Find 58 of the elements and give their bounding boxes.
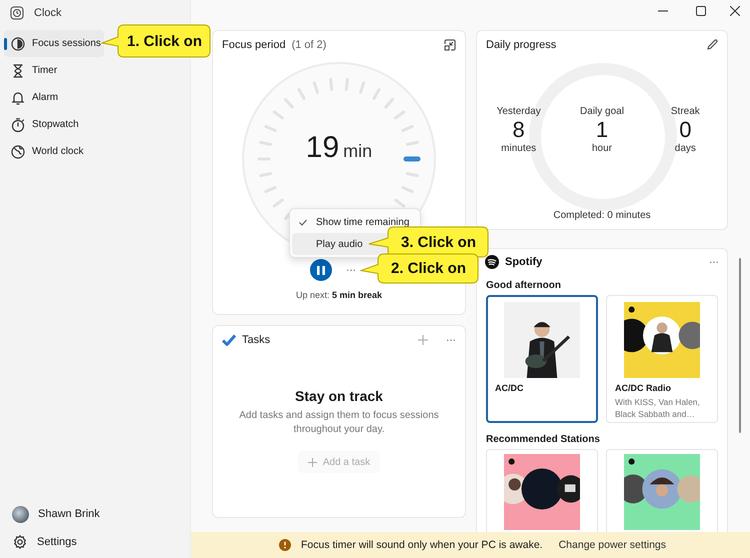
card-title: Spotify (505, 256, 542, 268)
section-heading: Good afternoon (486, 278, 562, 292)
empty-heading: Stay on track (295, 388, 383, 404)
stat-label: Daily goal (579, 106, 625, 117)
stat-label: Streak (670, 106, 701, 117)
nav-item[interactable]: Focus sessions (4, 30, 104, 57)
card-title: Focus period (222, 39, 286, 51)
pause-icon (317, 266, 325, 274)
app-title: Clock (34, 7, 62, 19)
stat-unit: days (674, 143, 697, 154)
card-title: Daily progress (486, 39, 556, 51)
time-value: 19 (306, 131, 340, 165)
add-icon (418, 335, 428, 345)
stat-unit: minutes (500, 143, 538, 154)
nav-item[interactable]: Alarm (4, 84, 62, 111)
nav-item[interactable]: Stopwatch (4, 111, 82, 138)
media-tile[interactable] (486, 449, 598, 532)
time-unit: min (343, 141, 372, 162)
focus-icon (10, 36, 26, 52)
stat-value: 8 (512, 117, 526, 143)
up-next-text: Up next: 5 min break (294, 290, 384, 300)
notice-text: Focus timer will sound only when your PC is awake. (300, 539, 543, 551)
completed-text: Completed: 0 minutes (552, 210, 652, 221)
plus-icon (308, 458, 317, 466)
section-heading: Recommended Stations (486, 432, 601, 446)
spotify-logo-icon (485, 255, 499, 269)
stat-value: 1 (594, 117, 610, 143)
more-button[interactable]: ··· (709, 256, 719, 268)
avatar-icon (12, 506, 29, 522)
nav-item[interactable]: Timer (4, 57, 60, 84)
bell-icon (10, 90, 26, 106)
stopwatch-icon (10, 116, 26, 132)
card-title: Tasks (242, 334, 270, 346)
edit-icon (706, 39, 718, 51)
clock-app-icon (10, 6, 24, 20)
media-tile[interactable]: AC/DC (486, 295, 598, 423)
power-settings-link[interactable]: Change power settings (558, 539, 666, 551)
compact-view-icon (444, 39, 456, 51)
empty-description: Add tasks and assign them to focus sessions throughout your day. (239, 409, 439, 437)
nav-item[interactable]: World clock (4, 138, 86, 165)
more-button[interactable]: ··· (446, 334, 456, 346)
account-button[interactable]: Shawn Brink (4, 500, 186, 528)
settings-icon (12, 534, 28, 550)
scrollbar-thumb[interactable] (739, 258, 741, 433)
pause-button[interactable] (310, 259, 332, 281)
media-tile[interactable] (606, 449, 718, 532)
media-tile[interactable]: AC/DC Radio With KISS, Van Halen, Black Sabbath and… (606, 295, 718, 423)
close-icon (730, 6, 740, 16)
session-counter: (1 of 2) (292, 39, 326, 51)
settings-button[interactable]: Settings (4, 528, 186, 556)
stat-label: Yesterday (496, 106, 542, 117)
checkmark-logo-icon (222, 334, 236, 346)
warning-icon (278, 539, 291, 551)
globe-icon (10, 144, 26, 160)
stat-unit: hour (590, 143, 613, 154)
maximize-icon (696, 6, 706, 16)
check-icon (298, 217, 308, 227)
stat-value: 0 (678, 117, 692, 143)
